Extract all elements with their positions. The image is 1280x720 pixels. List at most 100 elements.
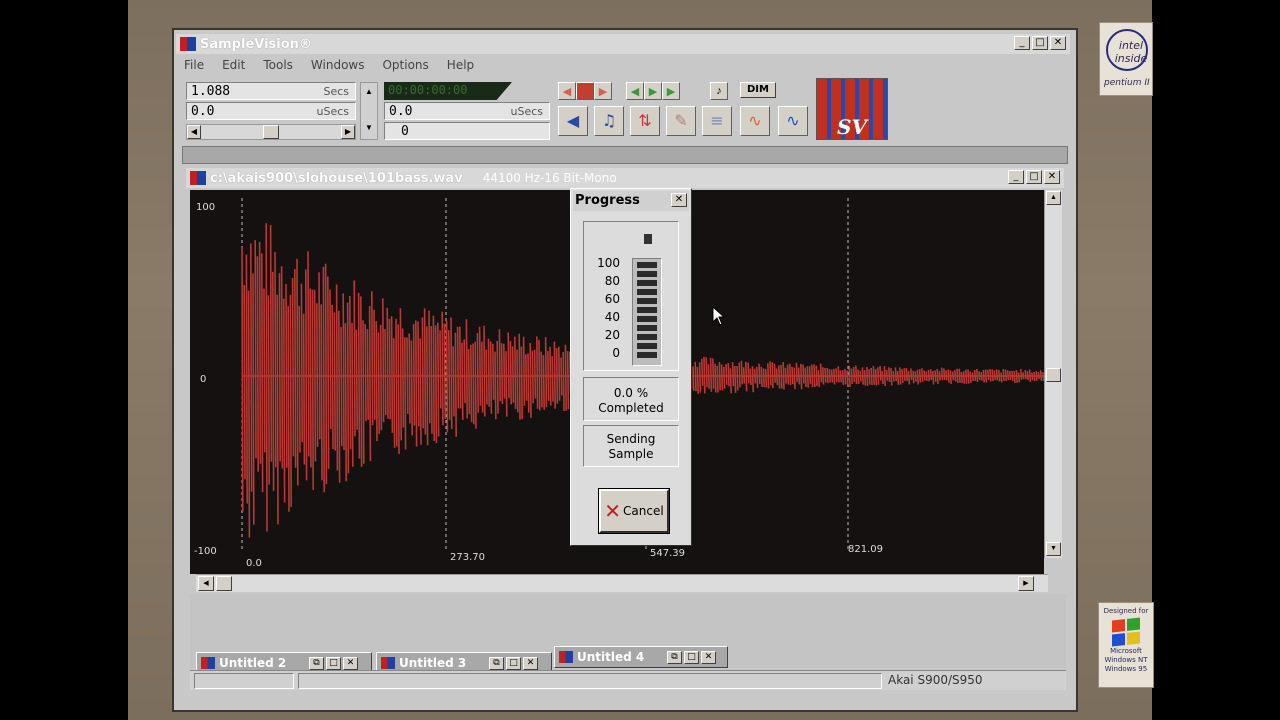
restore-button[interactable]: ⧉ [667,650,682,664]
dim-button[interactable]: DIM [740,82,776,98]
timecode-value: 00:00:00:00 [388,83,468,97]
spin-down-arrow-icon[interactable]: ▼ [361,119,377,137]
scale-80: 80 [604,274,620,288]
percent-box: 0.0 % Completed [583,377,679,421]
note-icon[interactable]: ♪ [710,82,728,100]
record-icon[interactable] [576,82,594,100]
wave-scroll-down-icon[interactable]: ▼ [1046,542,1061,556]
wave-minimize-button[interactable]: _ [1008,170,1024,184]
menu-edit[interactable]: Edit [220,58,247,78]
percent-value: 0.0 % [613,386,649,400]
wave-scroll-up-icon[interactable]: ▲ [1046,191,1061,205]
y-label-zero: 0 [200,374,207,385]
progress-close-icon[interactable]: ✕ [671,193,687,207]
restore-button[interactable]: ⧉ [489,656,504,670]
status-line-1: Sending [606,432,656,446]
designed-for-label: Designed for [1103,607,1149,615]
close-button[interactable]: ✕ [701,650,716,664]
main-window-titlebar[interactable]: SampleVision® _ □ ✕ [176,34,1070,54]
minimize-button[interactable]: _ [1014,36,1030,50]
scroll-left-arrow-icon[interactable]: ◀ [187,125,201,139]
close-button[interactable]: ✕ [523,656,538,670]
play-selection-icon[interactable]: ▶ [662,82,680,100]
position-field[interactable]: 0.0 uSecs [384,102,550,120]
scroll-right-arrow-icon[interactable]: ▶ [341,125,355,139]
zoom-scrollbar[interactable]: ◀ ▶ [186,124,356,140]
position-unit: uSecs [510,105,543,118]
x-label-3: 821.09 [848,544,883,555]
timecode-display: 00:00:00:00 [384,82,512,100]
wave-window-titlebar[interactable]: c:\akais900\slohouse\101bass.wav 44100 H… [186,168,1064,188]
wave-scroll-thumb[interactable] [1046,368,1061,382]
close-button[interactable]: ✕ [343,656,358,670]
windows-flag-icon [1112,617,1140,647]
vertical-spinner[interactable]: ▲ ▼ [360,82,378,140]
wave-horizontal-scrollbar[interactable]: ◀ ▶ [196,574,1048,592]
progress-meter-box: 100 80 60 40 20 0 [583,221,679,371]
minimized-window-untitled-4[interactable]: Untitled 4 ⧉ □ ✕ [554,646,728,668]
scroll-thumb[interactable] [263,125,279,139]
layers-icon[interactable]: ≡ [702,106,732,136]
cancel-button[interactable]: ✕ Cancel [598,488,670,534]
speaker-icon[interactable]: ◀ [558,106,588,136]
menu-options[interactable]: Options [380,58,430,78]
wave-close-button[interactable]: ✕ [1044,170,1060,184]
mini-app-icon [201,657,215,669]
count-field[interactable]: 0 [384,122,550,140]
mini-app-icon [559,651,573,663]
status-box: Sending Sample [583,425,679,467]
intel-inside-sticker: intel inside pentium II [1099,22,1153,96]
restore-button[interactable]: ⧉ [309,656,324,670]
fade-out-icon[interactable]: ∿ [778,106,808,136]
spin-up-arrow-icon[interactable]: ▲ [361,83,377,101]
menu-windows[interactable]: Windows [309,58,367,78]
app-title: SampleVision® [200,36,312,52]
samplevision-logo: SV [816,78,888,140]
send-sample-icon[interactable]: ⇅ [630,106,660,136]
menu-help[interactable]: Help [445,58,476,78]
status-cell [194,673,294,689]
window-controls: _ □ ✕ [1014,36,1066,50]
meter-indicator [644,234,652,244]
wave-window-icon[interactable] [190,171,206,185]
x-label-0: 0.0 [246,558,262,569]
play-icon[interactable]: ▶ [644,82,662,100]
wave-hscroll-thumb[interactable] [216,576,232,591]
y-label-bottom: -100 [194,546,217,557]
mini-title: Untitled 3 [399,656,467,670]
wave-vertical-scrollbar[interactable]: ▲ ▼ [1044,190,1062,558]
scale-60: 60 [604,292,620,306]
rewind-icon[interactable]: ◀ [558,82,576,100]
windows-logo-sticker: Designed for Microsoft Windows NT Window… [1098,602,1154,688]
pentium-label: pentium II [1104,78,1150,88]
intel-label: intel inside [1114,39,1148,65]
offset-value: 0.0 [191,104,215,119]
wave-window-controls: _ □ ✕ [1008,170,1060,184]
app-icon[interactable] [180,37,196,51]
mini-app-icon [381,657,395,669]
pencil-icon[interactable]: ✎ [666,106,696,136]
status-cell [298,673,882,689]
maximize-button[interactable]: □ [1032,36,1048,50]
wave-maximize-button[interactable]: □ [1026,170,1042,184]
wave-file-path: c:\akais900\slohouse\101bass.wav [210,170,463,186]
loop-back-icon[interactable]: ◀ [626,82,644,100]
offset-field[interactable]: 0.0 uSecs [186,102,356,120]
logo-text: SV [837,115,867,139]
time-field[interactable]: 1.088 Secs [186,82,356,100]
close-button[interactable]: ✕ [1050,36,1066,50]
y-label-top: 100 [196,202,216,213]
wave-scroll-right-icon[interactable]: ▶ [1018,576,1034,591]
time-unit: Secs [323,85,349,98]
maximize-button[interactable]: □ [326,656,341,670]
status-line-2: Sample [608,447,654,461]
maximize-button[interactable]: □ [684,650,699,664]
menu-tools[interactable]: Tools [261,58,295,78]
menu-bar: File Edit Tools Windows Options Help [182,58,476,78]
fade-in-icon[interactable]: ∿ [740,106,770,136]
forward-icon[interactable]: ▶ [594,82,612,100]
microphone-icon[interactable]: ♫ [594,106,624,136]
maximize-button[interactable]: □ [506,656,521,670]
wave-scroll-left-icon[interactable]: ◀ [198,576,214,591]
menu-file[interactable]: File [182,58,206,78]
